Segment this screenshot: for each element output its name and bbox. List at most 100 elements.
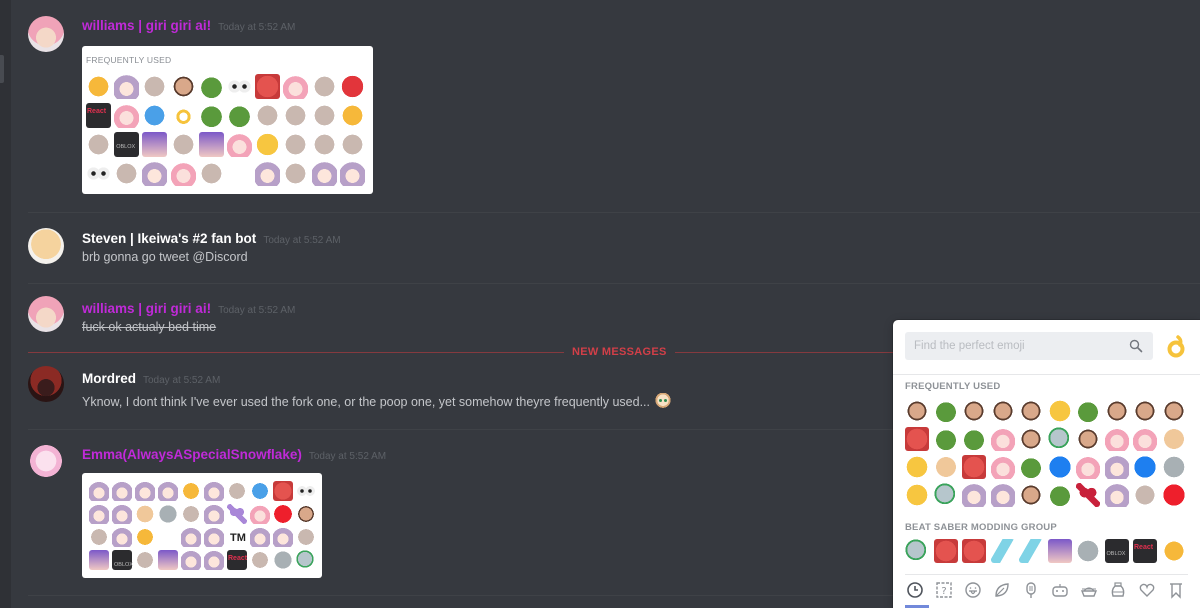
gift-emoji-icon xyxy=(283,103,309,128)
frog-eyes-emoji-icon xyxy=(311,103,337,128)
anime-girl-pink-close-emoji-icon[interactable] xyxy=(1076,455,1100,479)
red-bird-yell-emoji-icon[interactable] xyxy=(962,455,986,479)
anime-girl-pink-cry-emoji-icon[interactable] xyxy=(990,455,1015,479)
anime-girl-red-badge-emoji-icon[interactable] xyxy=(990,483,1015,507)
pepe-sad-emoji-icon[interactable] xyxy=(962,427,986,451)
pepe-emoji-icon[interactable] xyxy=(1047,483,1072,507)
man-face-emoji-icon[interactable] xyxy=(1104,399,1129,423)
man-grey-round-emoji-icon[interactable] xyxy=(1019,427,1043,451)
blue-box-play-emoji-icon[interactable] xyxy=(1047,455,1072,479)
oblox-emoji-icon[interactable] xyxy=(1104,539,1129,563)
man-shout-emoji-icon[interactable] xyxy=(1161,399,1186,423)
red-blur-emoji-icon[interactable] xyxy=(905,427,929,451)
pepe-emoji-icon[interactable] xyxy=(933,427,958,451)
anime-girl-sleep-emoji-icon[interactable] xyxy=(962,483,986,507)
purple-peace-emoji-icon[interactable] xyxy=(1047,539,1072,563)
react-playing-emoji-icon[interactable] xyxy=(1133,539,1157,563)
react-playing-emoji-icon xyxy=(86,103,111,128)
nav-travel[interactable] xyxy=(1077,578,1100,602)
avatar[interactable] xyxy=(28,16,64,52)
grin-face-emoji-icon[interactable] xyxy=(905,483,929,507)
anime-sunglasses-emoji-icon[interactable] xyxy=(1104,455,1129,479)
emoji-search-input[interactable] xyxy=(905,332,1125,360)
anime-girl-pink-yell-emoji-icon[interactable] xyxy=(1104,427,1129,451)
man-facepalm-emoji-icon[interactable] xyxy=(990,399,1015,423)
nav-recent[interactable] xyxy=(903,578,926,602)
pepe-scream-emoji-icon[interactable] xyxy=(1076,399,1100,423)
anime-girl-question-emoji-icon xyxy=(181,527,201,547)
man-bald-yell-emoji-icon[interactable] xyxy=(1076,427,1100,451)
nav-objects[interactable] xyxy=(1106,578,1129,602)
carrot-emoji-icon xyxy=(86,74,111,99)
oblox-emoji-icon xyxy=(112,550,133,570)
purple-octopus-emoji-icon xyxy=(158,550,178,570)
thumbs-up-emoji-icon[interactable] xyxy=(1161,539,1186,563)
nav-nature[interactable] xyxy=(990,578,1013,602)
username[interactable]: Mordred xyxy=(82,371,136,386)
red-heart-emoji-icon[interactable] xyxy=(1076,483,1100,507)
nav-custom[interactable]: ? xyxy=(932,578,955,602)
doodle-badge-emoji-icon[interactable] xyxy=(1133,483,1157,507)
pepe-emoji-icon[interactable] xyxy=(933,399,958,423)
message-text: fuck ok actualy bed time xyxy=(82,320,217,334)
tongue-face-emoji-icon[interactable] xyxy=(905,455,929,479)
pepe-eyes-emoji-icon[interactable] xyxy=(1019,455,1043,479)
image-attachment[interactable] xyxy=(82,473,322,578)
anime-blonde-emoji-icon[interactable] xyxy=(654,393,673,409)
avatar[interactable] xyxy=(28,228,64,264)
man-o-face-emoji-icon[interactable] xyxy=(1019,483,1043,507)
saber-blue-emoji-icon[interactable] xyxy=(1019,539,1043,563)
nav-activities[interactable] xyxy=(1048,578,1071,602)
anime-girl-red-emoji-icon xyxy=(112,481,132,501)
ghost-typing-emoji-icon[interactable] xyxy=(933,483,958,507)
saber-blue-emoji-icon[interactable] xyxy=(990,539,1015,563)
anime-girl-pink-dance-emoji-icon[interactable] xyxy=(990,427,1015,451)
nav-flags[interactable] xyxy=(1164,578,1187,602)
emoji-grid-beat-saber xyxy=(905,539,1190,567)
baby-face-emoji-icon[interactable] xyxy=(1161,427,1186,451)
anime-girl-pink-dance-emoji-icon xyxy=(114,103,140,128)
category-label-beat-saber: BEAT SABER MODDING GROUP xyxy=(905,522,1057,533)
avatar[interactable] xyxy=(28,296,64,332)
man-dark-emoji-icon[interactable] xyxy=(1019,399,1043,423)
username[interactable]: Emma(AlwaysASpecialSnowflake) xyxy=(82,447,302,462)
avatar[interactable] xyxy=(28,366,64,402)
username[interactable]: Steven | Ikeiwa's #2 fan bot xyxy=(82,231,256,246)
discord-chat-window: williams | giri giri ai! Today at 5:52 A… xyxy=(0,0,1200,608)
tm-emoji-icon xyxy=(227,527,247,547)
rainbow-cat-emoji-icon xyxy=(135,504,155,524)
ghost-typing-emoji-icon[interactable] xyxy=(905,539,929,563)
nav-food[interactable] xyxy=(1019,578,1042,602)
timestamp: Today at 5:52 AM xyxy=(218,22,296,33)
search-icon[interactable] xyxy=(1129,339,1143,353)
saber-red-emoji-icon[interactable] xyxy=(933,539,958,563)
avatar[interactable] xyxy=(28,443,64,479)
red-square-dot-emoji-icon[interactable] xyxy=(1161,483,1186,507)
pepe-scream-emoji-icon xyxy=(198,103,224,128)
thinking-face-sideways-emoji-icon xyxy=(198,161,224,186)
emoji-scroll-area[interactable]: FREQUENTLY USED BEAT SABER MODDING GROUP xyxy=(893,375,1200,575)
random-emoji-button-ok-hand-icon[interactable] xyxy=(1165,334,1187,358)
anime-girl-pink-emoji-icon[interactable] xyxy=(1133,427,1157,451)
thinking-face-emoji-icon[interactable] xyxy=(1047,399,1072,423)
anime-girl-white-emoji-icon[interactable] xyxy=(1104,483,1129,507)
blue-square-dot-emoji-icon[interactable] xyxy=(1133,455,1157,479)
thumbs-up-emoji-icon xyxy=(339,103,365,128)
anime-girl-blue-long-emoji-icon xyxy=(273,527,293,547)
man-laugh-emoji-icon[interactable] xyxy=(905,399,929,423)
nav-symbols[interactable] xyxy=(1135,578,1158,602)
robot-grey-emoji-icon[interactable] xyxy=(1161,455,1186,479)
man-selfie-emoji-icon[interactable] xyxy=(962,399,986,423)
sidebar-scroll-thumb[interactable] xyxy=(0,55,4,83)
pepe-emoji-icon xyxy=(198,74,224,99)
username[interactable]: williams | giri giri ai! xyxy=(82,301,211,316)
saber-red-emoji-icon[interactable] xyxy=(962,539,986,563)
man-grey-emoji-icon[interactable] xyxy=(1133,399,1157,423)
cat-bread-emoji-icon[interactable] xyxy=(933,455,958,479)
username[interactable]: williams | giri giri ai! xyxy=(82,18,211,33)
tv-robot-emoji-icon[interactable] xyxy=(1076,539,1100,563)
image-attachment[interactable]: FREQUENTLY USED xyxy=(82,46,373,194)
ghost-typing-emoji-icon[interactable] xyxy=(1047,427,1072,451)
nav-people[interactable] xyxy=(961,578,984,602)
anime-girl-facepalm-emoji-icon xyxy=(255,161,281,186)
